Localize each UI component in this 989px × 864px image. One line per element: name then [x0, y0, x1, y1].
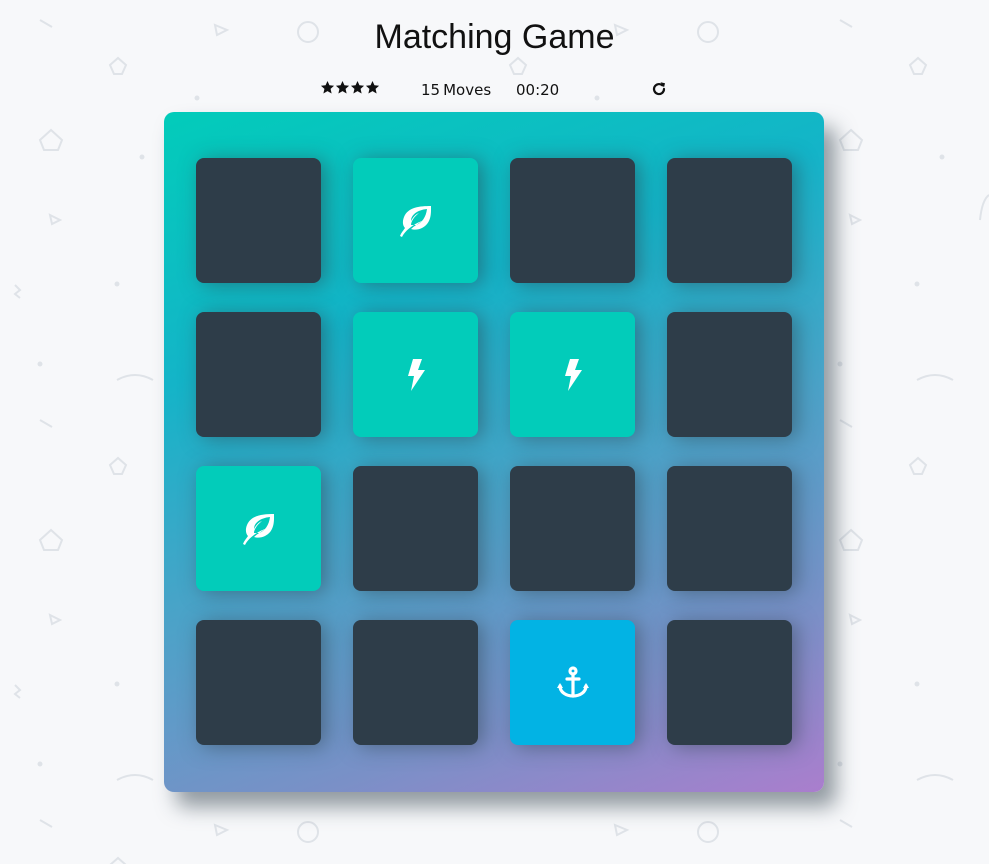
star-icon: [320, 80, 335, 95]
card-hidden[interactable]: [667, 620, 792, 745]
card-hidden[interactable]: [196, 158, 321, 283]
card-bolt[interactable]: [353, 312, 478, 437]
anchor-icon: [555, 665, 591, 701]
timer: 00:20: [516, 81, 560, 99]
moves-counter: 15 Moves: [418, 81, 491, 99]
card-bolt[interactable]: [510, 312, 635, 437]
card-hidden[interactable]: [196, 312, 321, 437]
card-hidden[interactable]: [510, 158, 635, 283]
card-hidden[interactable]: [196, 620, 321, 745]
card-deck: [164, 112, 824, 792]
card-leaf[interactable]: [196, 466, 321, 591]
leaf-icon: [241, 511, 277, 547]
game-container: Matching Game 15 Moves 00:20: [0, 0, 989, 864]
leaf-icon: [398, 203, 434, 239]
card-hidden[interactable]: [353, 466, 478, 591]
star-rating: [320, 80, 380, 95]
score-panel: 15 Moves 00:20: [320, 80, 670, 102]
restart-icon[interactable]: [651, 81, 667, 97]
page-title: Matching Game: [374, 18, 615, 56]
bolt-icon: [398, 357, 434, 393]
card-hidden[interactable]: [353, 620, 478, 745]
star-icon: [350, 80, 365, 95]
moves-label: Moves: [443, 81, 492, 99]
card-leaf[interactable]: [353, 158, 478, 283]
star-icon: [365, 80, 380, 95]
card-hidden[interactable]: [510, 466, 635, 591]
card-anchor[interactable]: [510, 620, 635, 745]
card-hidden[interactable]: [667, 466, 792, 591]
moves-count: 15: [421, 81, 441, 99]
card-hidden[interactable]: [667, 312, 792, 437]
star-icon: [335, 80, 350, 95]
card-hidden[interactable]: [667, 158, 792, 283]
bolt-icon: [555, 357, 591, 393]
